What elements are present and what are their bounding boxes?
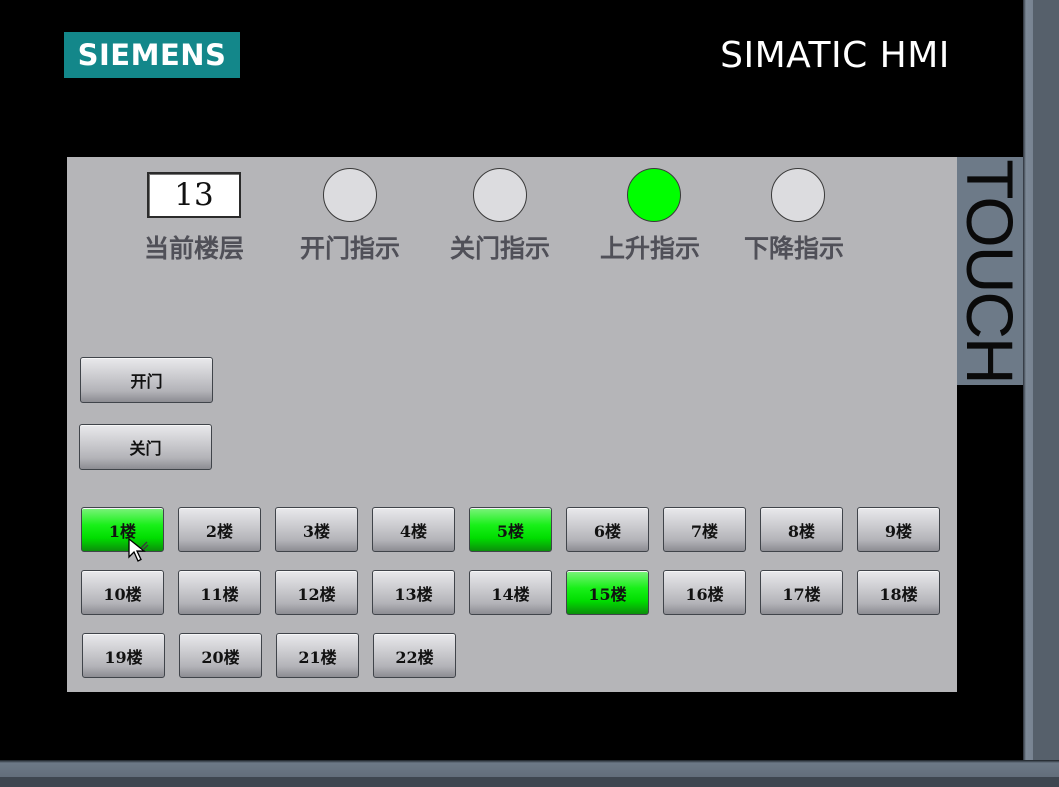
down-indicator-lamp <box>771 168 825 222</box>
floor-button-9[interactable]: 9楼 <box>857 507 940 552</box>
floor-button-8[interactable]: 8楼 <box>760 507 843 552</box>
floor-button-18[interactable]: 18楼 <box>857 570 940 615</box>
up-indicator-lamp <box>627 168 681 222</box>
touch-label: TOUCH <box>953 159 1027 383</box>
floor-button-11[interactable]: 11楼 <box>178 570 261 615</box>
bezel-right-frame <box>1023 0 1059 787</box>
floor-button-21[interactable]: 21楼 <box>276 633 359 678</box>
siemens-logo: SIEMENS <box>64 32 240 78</box>
floor-button-5[interactable]: 5楼 <box>469 507 552 552</box>
floor-button-19[interactable]: 19楼 <box>82 633 165 678</box>
floor-button-20[interactable]: 20楼 <box>179 633 262 678</box>
bezel-bottom-frame <box>0 760 1059 787</box>
floor-button-6[interactable]: 6楼 <box>566 507 649 552</box>
current-floor-label: 当前楼层 <box>143 234 244 263</box>
floor-button-12[interactable]: 12楼 <box>275 570 358 615</box>
touch-band: TOUCH <box>953 157 1027 385</box>
floor-button-2[interactable]: 2楼 <box>178 507 261 552</box>
floor-button-14[interactable]: 14楼 <box>469 570 552 615</box>
door-open-button[interactable]: 开门 <box>80 357 213 403</box>
floor-button-1[interactable]: 1楼 <box>81 507 164 552</box>
door-close-indicator-label: 关门指示 <box>449 234 550 263</box>
floor-button-13[interactable]: 13楼 <box>372 570 455 615</box>
floor-button-3[interactable]: 3楼 <box>275 507 358 552</box>
door-close-button[interactable]: 关门 <box>79 424 212 470</box>
floor-button-15[interactable]: 15楼 <box>566 570 649 615</box>
simatic-hmi-label: SIMATIC HMI <box>720 34 950 76</box>
door-open-indicator-lamp <box>323 168 377 222</box>
door-close-indicator-lamp <box>473 168 527 222</box>
floor-button-22[interactable]: 22楼 <box>373 633 456 678</box>
floor-button-16[interactable]: 16楼 <box>663 570 746 615</box>
down-indicator-label: 下降指示 <box>743 234 844 263</box>
up-indicator-label: 上升指示 <box>599 234 700 263</box>
floor-button-17[interactable]: 17楼 <box>760 570 843 615</box>
hmi-screen: 13 当前楼层 开门指示 关门指示 上升指示 下降指示 开门 关门 1楼 2楼 3楼… <box>67 157 957 692</box>
floor-button-4[interactable]: 4楼 <box>372 507 455 552</box>
floor-button-10[interactable]: 10楼 <box>81 570 164 615</box>
floor-button-7[interactable]: 7楼 <box>663 507 746 552</box>
door-open-indicator-label: 开门指示 <box>299 234 400 263</box>
current-floor-display: 13 <box>147 172 241 218</box>
